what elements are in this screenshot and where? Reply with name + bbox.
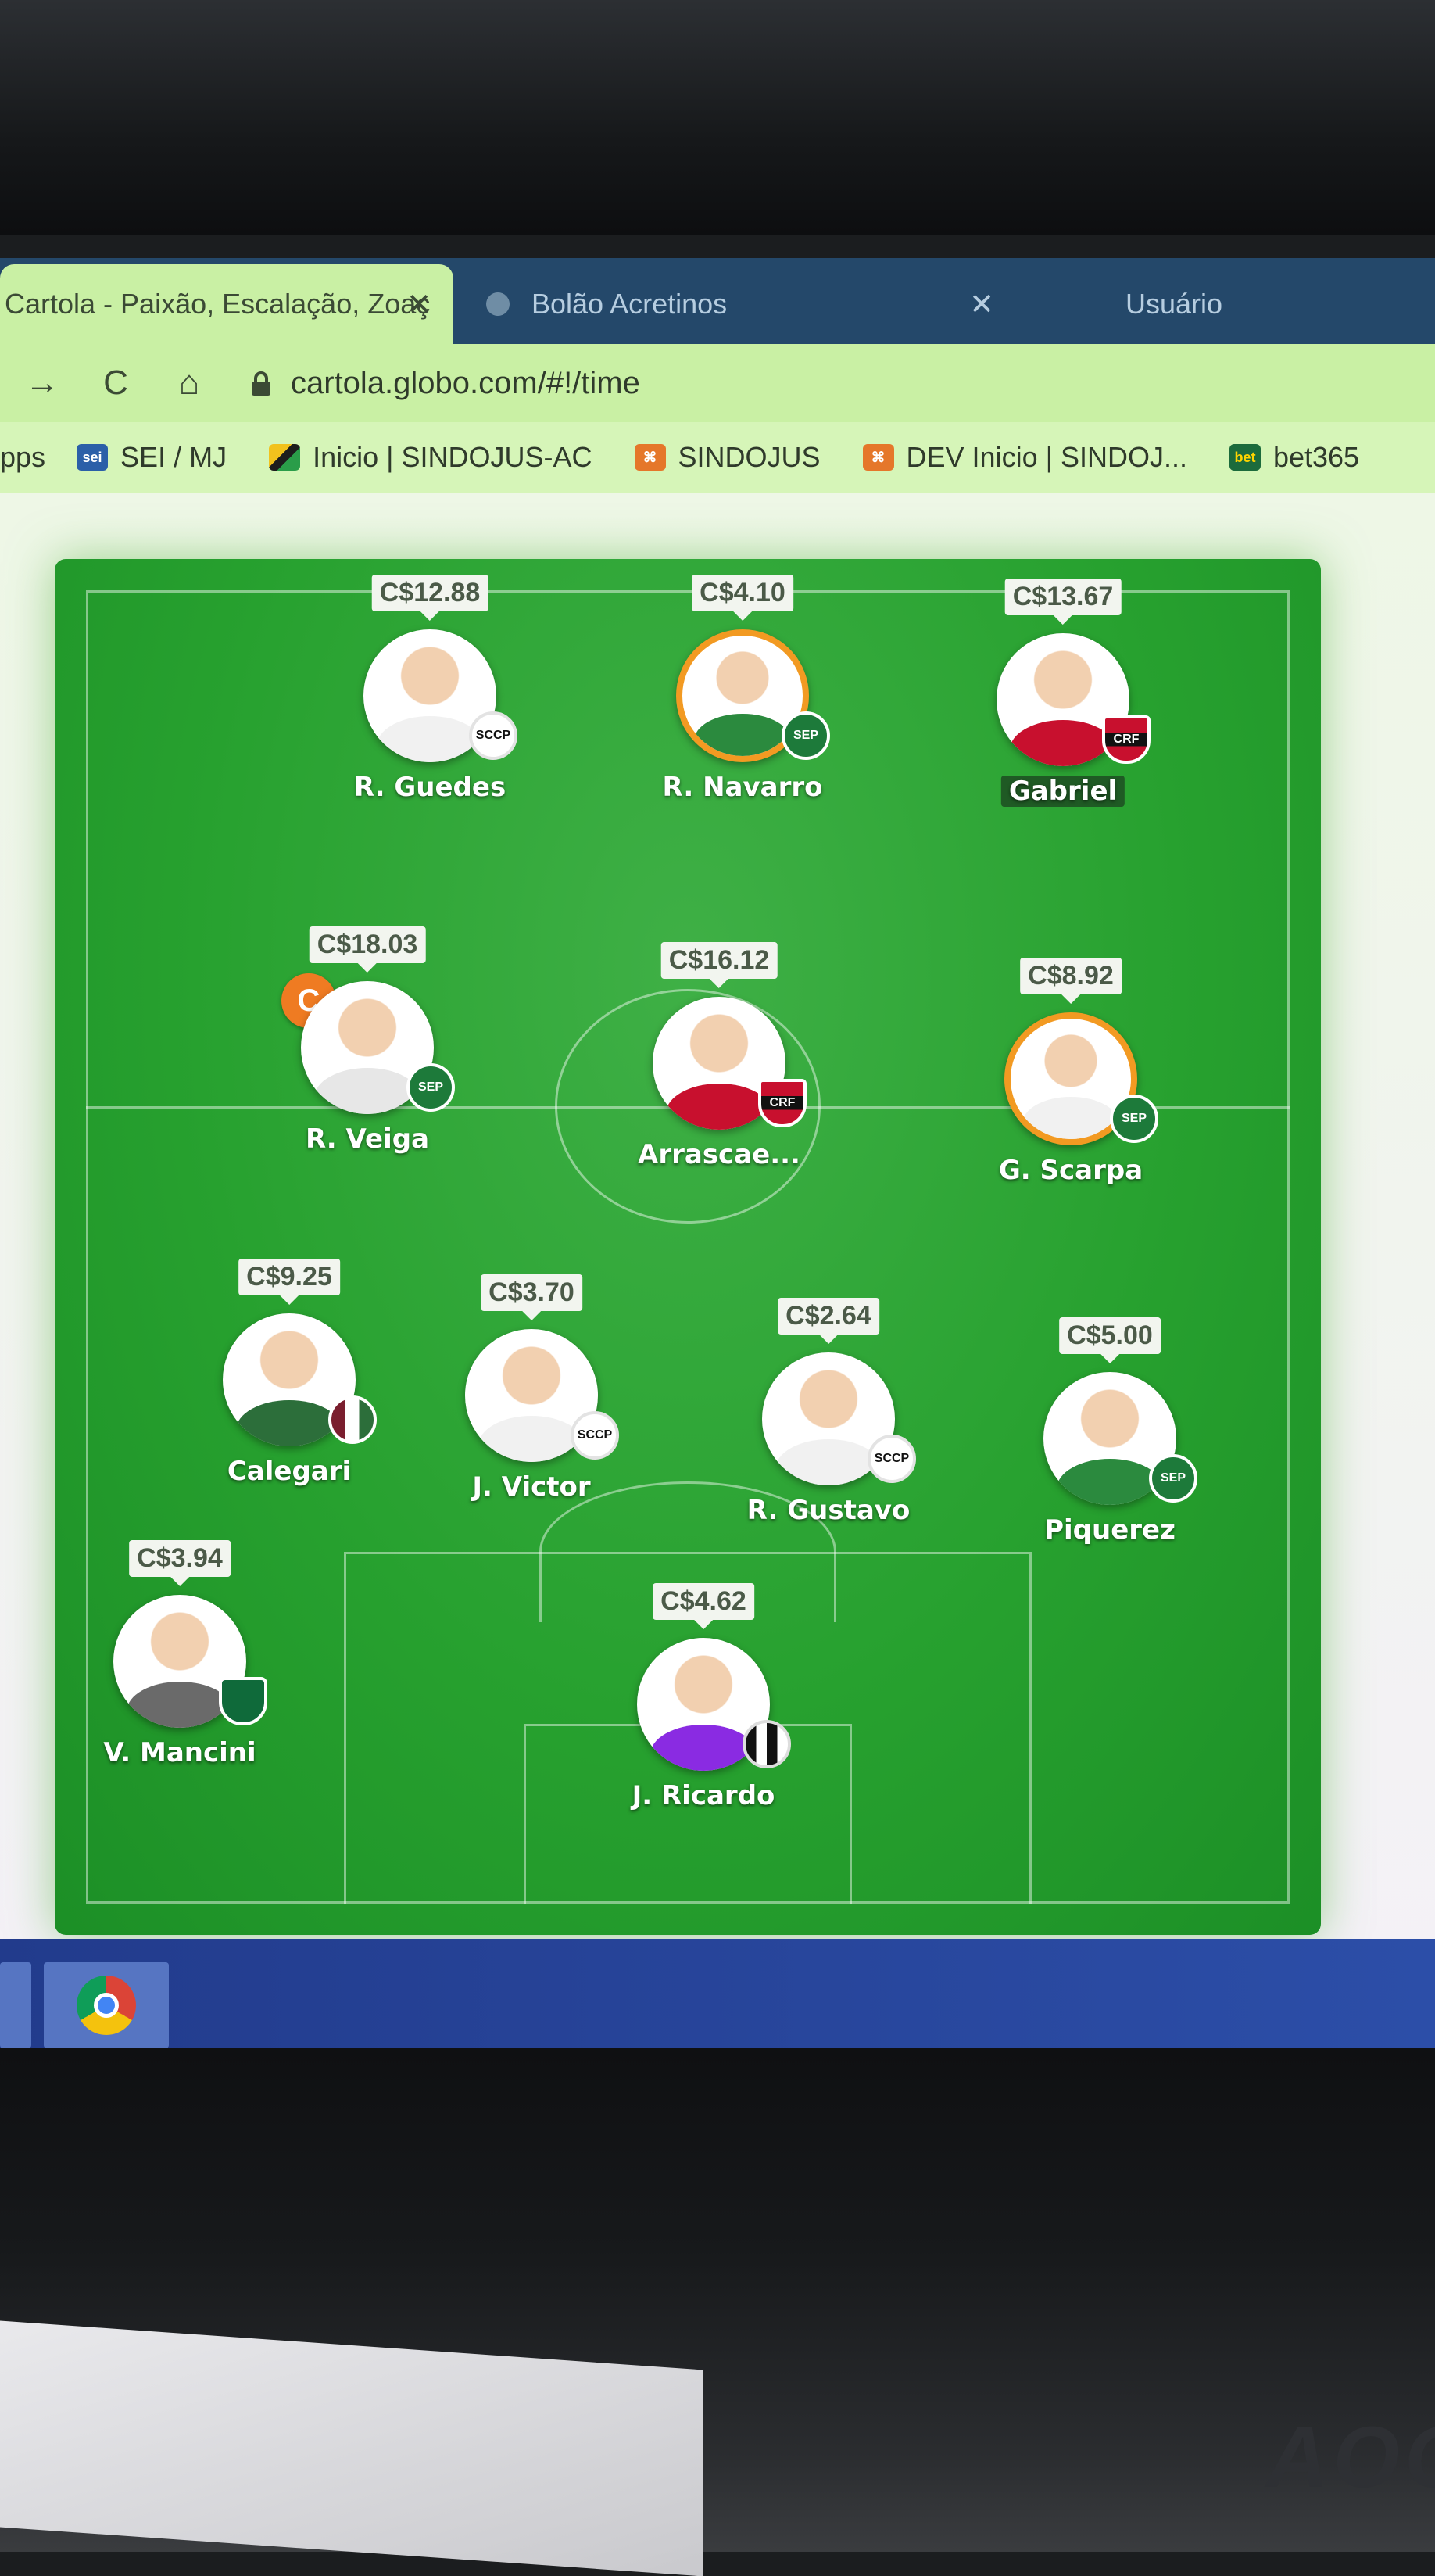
player-card[interactable]: C$3.70 SCCP J. Victor — [430, 1274, 633, 1509]
bookmark-sindojus[interactable]: ⌘ SINDOJUS — [634, 441, 821, 474]
player-price: C$16.12 — [660, 942, 778, 979]
flamengo-crest-icon: CRF — [1102, 715, 1151, 764]
player-card[interactable]: C$16.12 CRF Arrascae... — [617, 942, 821, 1177]
bookmark-label: SEI / MJ — [120, 441, 227, 473]
bookmark-label: DEV Inicio | SINDOJ... — [906, 441, 1187, 473]
tab-label: Bolão Acretinos — [531, 288, 728, 320]
palmeiras-crest-icon: SEP — [782, 711, 830, 760]
flag-icon — [269, 444, 301, 471]
player-price: C$9.25 — [238, 1259, 340, 1295]
bookmarks-bar: pps sei SEI / MJ Inicio | SINDOJUS-AC ⌘ … — [0, 422, 1435, 494]
tab-usuario[interactable]: Usuário — [1047, 264, 1376, 344]
ceara-crest-icon — [743, 1720, 791, 1768]
bet365-icon: bet — [1229, 444, 1261, 471]
bookmark-label: pps — [0, 441, 46, 473]
tab-favicon-icon — [486, 292, 510, 316]
close-icon[interactable]: ✕ — [406, 287, 431, 322]
tab-cartola[interactable]: Cartola - Paixão, Escalação, Zoaç ✕ — [0, 264, 453, 344]
america-mg-crest-icon — [219, 1677, 267, 1725]
sindojus-icon: ⌘ — [862, 444, 894, 471]
player-name: Piquerez — [1044, 1514, 1176, 1546]
corinthians-crest-icon: SCCP — [469, 711, 517, 760]
tab-bar: Cartola - Paixão, Escalação, Zoaç ✕ Bolã… — [0, 258, 1435, 344]
player-card[interactable]: C$5.00 SEP Piquerez — [1008, 1317, 1211, 1552]
player-price: C$4.10 — [692, 575, 793, 611]
bookmark-sei[interactable]: sei SEI / MJ — [77, 441, 227, 474]
corinthians-crest-icon: SCCP — [571, 1411, 619, 1460]
player-card[interactable]: C$3.94 V. Mancini — [78, 1540, 281, 1775]
tab-label: Usuário — [1125, 288, 1223, 320]
player-name: Gabriel — [1000, 776, 1125, 807]
lock-icon — [252, 371, 270, 396]
monitor-bezel-top — [0, 0, 1435, 235]
player-price: C$13.67 — [1004, 579, 1122, 615]
player-name: Arrascae... — [638, 1139, 800, 1170]
player-card[interactable]: C$8.92 SEP G. Scarpa — [969, 958, 1172, 1192]
palmeiras-crest-icon: SEP — [1110, 1095, 1158, 1143]
player-price: C$12.88 — [371, 575, 488, 611]
lineup-pitch: C$12.88 SCCP R. Guedes C$4.10 SEP R. Nav… — [55, 559, 1321, 1935]
player-card[interactable]: C C$18.03 SEP R. Veiga — [266, 926, 469, 1161]
player-price: C$3.70 — [481, 1274, 582, 1311]
player-name: J. Victor — [472, 1471, 591, 1503]
player-price: C$5.00 — [1059, 1317, 1161, 1354]
sindojus-icon: ⌘ — [634, 444, 666, 471]
bookmark-bet365[interactable]: bet bet365 — [1229, 441, 1359, 474]
player-price: C$8.92 — [1020, 958, 1122, 994]
player-card[interactable]: C$9.25 Calegari — [188, 1259, 391, 1493]
player-name: V. Mancini — [103, 1737, 256, 1768]
flamengo-crest-icon: CRF — [758, 1079, 807, 1127]
bookmark-label: SINDOJUS — [678, 441, 821, 473]
player-price: C$3.94 — [129, 1540, 231, 1577]
taskbar — [0, 1939, 1435, 2048]
player-card[interactable]: C$13.67 CRF Gabriel — [961, 579, 1165, 813]
screen: Cartola - Paixão, Escalação, Zoaç ✕ Bolã… — [0, 258, 1435, 2048]
tab-bolao[interactable]: Bolão Acretinos ✕ — [469, 264, 1016, 344]
player-name: G. Scarpa — [998, 1155, 1143, 1186]
bookmark-apps[interactable]: pps — [0, 441, 45, 474]
bookmark-label: bet365 — [1272, 441, 1360, 473]
player-price: C$18.03 — [309, 926, 426, 963]
monitor-brand-logo: AOC — [1266, 2409, 1435, 2506]
address-bar[interactable]: cartola.globo.com/#!/time — [291, 366, 640, 401]
player-name: R. Veiga — [305, 1123, 430, 1155]
taskbar-chrome-button[interactable] — [44, 1962, 169, 2048]
close-icon[interactable]: ✕ — [969, 287, 994, 322]
player-name: Calegari — [227, 1456, 352, 1487]
sei-icon: sei — [77, 444, 109, 471]
tab-label: Cartola - Paixão, Escalação, Zoaç — [5, 288, 431, 320]
reload-button[interactable]: C — [84, 364, 147, 403]
palmeiras-crest-icon: SEP — [406, 1063, 455, 1112]
player-name: R. Navarro — [662, 772, 823, 803]
forward-button[interactable]: → — [11, 364, 73, 403]
player-name: R. Gustavo — [746, 1495, 911, 1526]
bookmark-label: Inicio | SINDOJUS-AC — [313, 441, 592, 473]
bookmark-dev-sindojus[interactable]: ⌘ DEV Inicio | SINDOJ... — [862, 441, 1187, 474]
player-card[interactable]: C$12.88 SCCP R. Guedes — [328, 575, 531, 809]
palmeiras-crest-icon: SEP — [1149, 1454, 1197, 1503]
player-name: J. Ricardo — [632, 1780, 775, 1811]
player-price: C$4.62 — [653, 1583, 754, 1620]
home-button[interactable]: ⌂ — [158, 364, 220, 403]
bookmark-sindojus-ac[interactable]: Inicio | SINDOJUS-AC — [269, 441, 592, 474]
player-card[interactable]: C$4.10 SEP R. Navarro — [641, 575, 844, 809]
player-card[interactable]: C$4.62 J. Ricardo — [602, 1583, 805, 1818]
taskbar-app-button[interactable] — [0, 1962, 31, 2048]
player-card[interactable]: C$2.64 SCCP R. Gustavo — [727, 1298, 930, 1532]
player-price: C$2.64 — [778, 1298, 879, 1335]
fluminense-crest-icon — [328, 1395, 377, 1444]
chrome-icon — [77, 1976, 136, 2035]
address-toolbar: → C ⌂ cartola.globo.com/#!/time — [0, 344, 1435, 422]
corinthians-crest-icon: SCCP — [868, 1435, 916, 1483]
player-name: R. Guedes — [353, 772, 506, 803]
